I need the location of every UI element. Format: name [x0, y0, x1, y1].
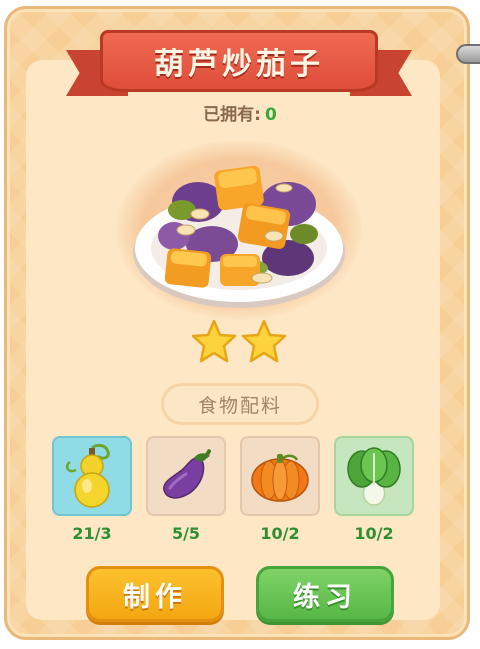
practice-button[interactable]: 练习 — [256, 566, 394, 622]
recipe-title: 葫芦炒茄子 — [154, 47, 324, 82]
make-button-label: 制作 — [123, 581, 187, 613]
gourd-icon — [65, 443, 110, 508]
ribbon-face: 葫芦炒茄子 — [100, 30, 378, 92]
rating-stars — [191, 319, 287, 363]
ingredient-count-pumpkin: 10/2 — [260, 524, 300, 543]
ingredient-count-gourd: 21/3 — [72, 524, 112, 543]
star-icon — [191, 319, 237, 363]
ingredients-label: 食物配料 — [164, 386, 316, 422]
ingredient-slot-bok-choy[interactable] — [334, 436, 414, 516]
recipe-popup: 葫芦炒茄子 已拥有: 0 食物配料 21/3 5/5 10/2 10/2 制作 … — [0, 0, 480, 649]
eggplant-icon — [163, 449, 211, 499]
ingredient-slot-gourd[interactable] — [52, 436, 132, 516]
make-button[interactable]: 制作 — [86, 566, 224, 622]
ingredient-count-bok-choy: 10/2 — [354, 524, 394, 543]
bok-choy-icon — [347, 447, 401, 506]
ingredient-slot-eggplant[interactable] — [146, 436, 226, 516]
ingredient-count-eggplant: 5/5 — [171, 524, 201, 543]
ingredient-slot-pumpkin[interactable] — [240, 436, 320, 516]
dish-icon — [133, 165, 345, 308]
panel-side-knob[interactable] — [456, 44, 480, 64]
owned-label: 已拥有: — [203, 105, 261, 125]
owned-value: 0 — [264, 105, 277, 125]
pumpkin-icon — [251, 454, 309, 502]
practice-button-label: 练习 — [293, 581, 357, 613]
owned-count-row: 已拥有: 0 — [0, 100, 480, 125]
star-icon — [241, 319, 287, 363]
